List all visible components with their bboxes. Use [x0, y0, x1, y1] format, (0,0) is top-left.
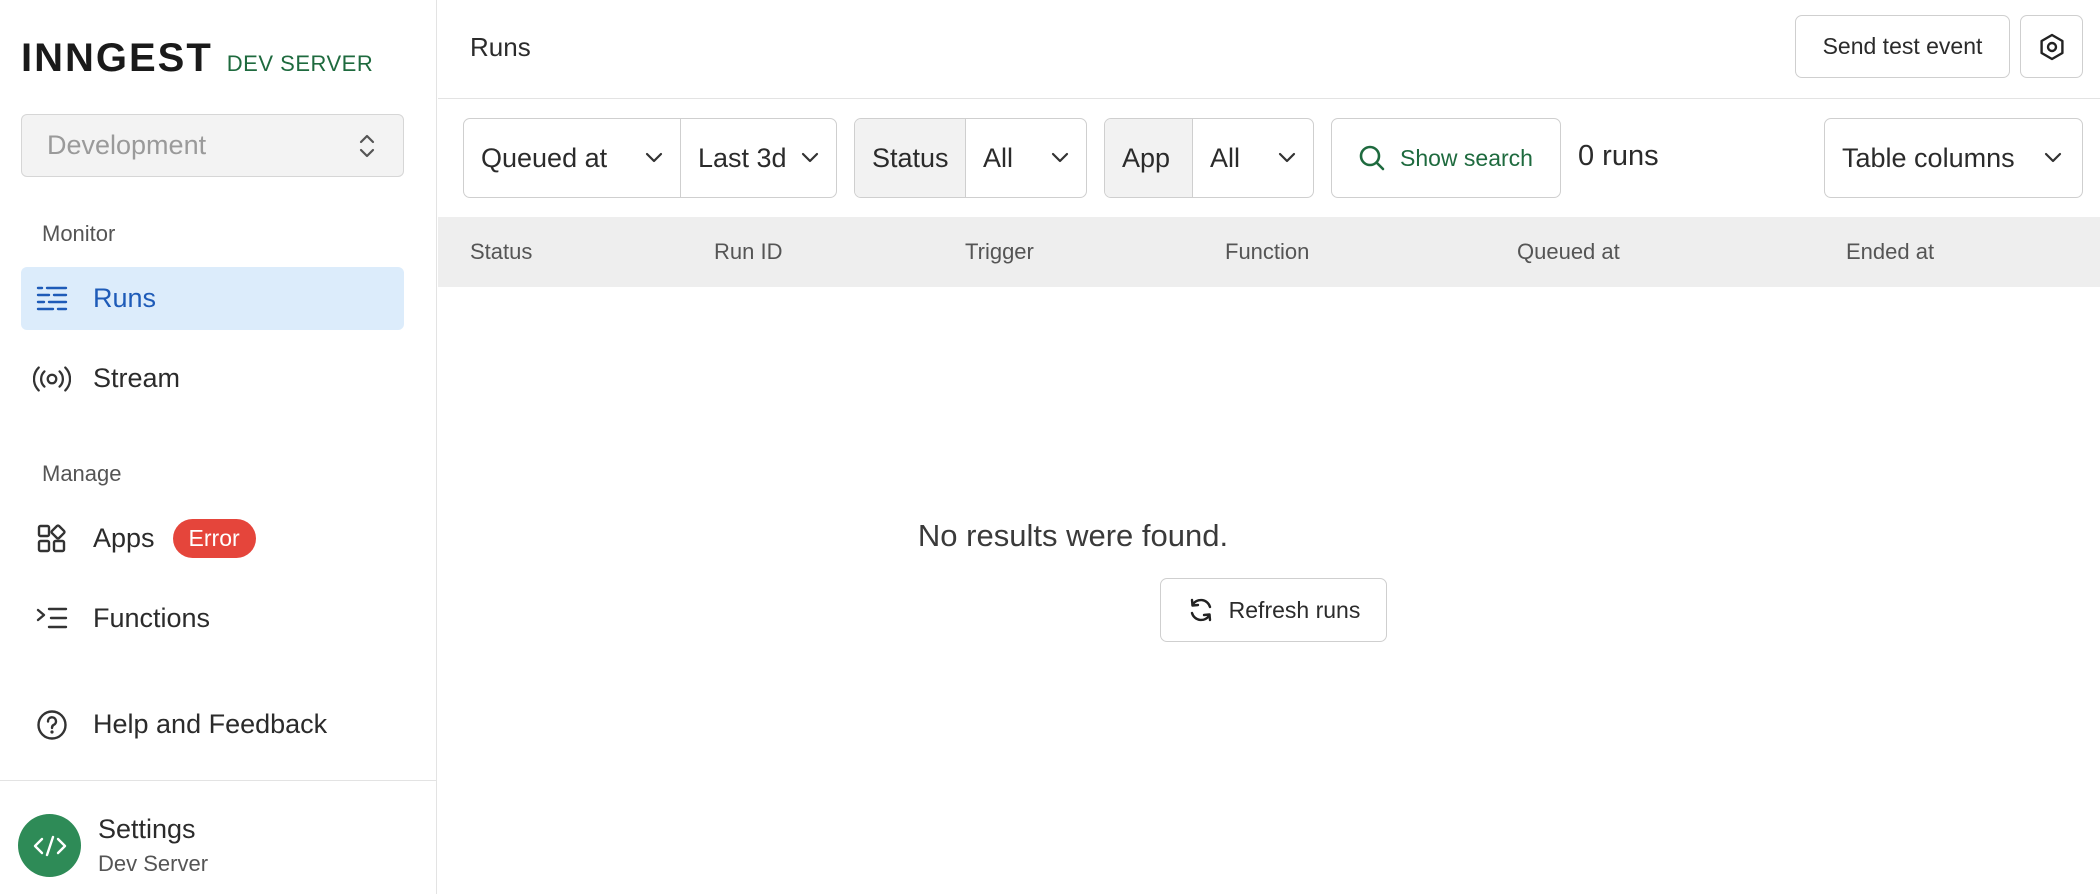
sidebar-item-functions[interactable]: Functions: [21, 587, 404, 650]
environment-select[interactable]: Development: [21, 114, 404, 177]
error-badge: Error: [172, 519, 256, 558]
column-header-queued-at[interactable]: Queued at: [1517, 239, 1620, 265]
column-header-ended-at[interactable]: Ended at: [1846, 239, 1934, 265]
brand[interactable]: INNGEST DEV SERVER: [21, 36, 373, 81]
help-circle-icon: [33, 706, 71, 744]
column-header-run-id[interactable]: Run ID: [714, 239, 782, 265]
settings-title: Settings: [98, 814, 196, 844]
time-field-value: Queued at: [481, 142, 608, 173]
refresh-icon: [1190, 598, 1211, 622]
app-value: All: [1210, 142, 1241, 173]
chevron-down-icon: [801, 152, 819, 163]
page-title: Runs: [470, 32, 531, 62]
sidebar-item-label: Apps: [93, 523, 155, 553]
sidebar: INNGEST DEV SERVER Development Monitor R…: [0, 0, 437, 894]
sidebar-item-label: Help and Feedback: [93, 709, 328, 739]
functions-icon: [33, 600, 71, 638]
send-test-event-button[interactable]: Send test event: [1795, 15, 2010, 78]
column-header-function[interactable]: Function: [1225, 239, 1309, 265]
column-header-trigger[interactable]: Trigger: [965, 239, 1034, 265]
chevron-down-icon: [645, 152, 663, 163]
status-filter-label: Status: [855, 119, 965, 197]
settings-gear-button[interactable]: [2020, 15, 2083, 78]
status-filter[interactable]: Status All: [854, 118, 1087, 198]
header: Runs Send test event: [438, 0, 2100, 99]
app-filter-label: App: [1105, 119, 1192, 197]
sidebar-divider: [0, 780, 437, 781]
time-range-value: Last 3d: [698, 142, 787, 173]
time-field-select[interactable]: Queued at: [464, 119, 680, 197]
show-search-label: Show search: [1400, 144, 1533, 171]
settings-button[interactable]: Settings Dev Server: [18, 814, 208, 877]
run-count: 0 runs: [1578, 140, 1659, 172]
sidebar-item-label: Functions: [93, 603, 211, 633]
empty-state-message: No results were found.: [917, 518, 1229, 553]
gear-icon: [2039, 33, 2064, 60]
table-columns-label: Table columns: [1842, 142, 2015, 173]
time-filter[interactable]: Queued at Last 3d: [463, 118, 837, 198]
sidebar-item-label: Stream: [93, 363, 181, 393]
runs-list-icon: [33, 280, 71, 318]
chevron-up-down-icon: [359, 134, 375, 157]
apps-grid-icon: [33, 520, 71, 558]
chevron-down-icon: [1051, 152, 1069, 163]
sidebar-item-label: Runs: [93, 283, 157, 313]
app-select[interactable]: All: [1192, 119, 1313, 197]
sidebar-item-runs[interactable]: Runs: [21, 267, 404, 330]
column-header-status[interactable]: Status: [470, 239, 532, 265]
time-range-select[interactable]: Last 3d: [680, 119, 836, 197]
app-filter[interactable]: App All: [1104, 118, 1314, 198]
environment-value: Development: [47, 130, 207, 160]
refresh-runs-button[interactable]: Refresh runs: [1160, 578, 1387, 642]
brand-subtitle: DEV SERVER: [226, 51, 374, 76]
brand-logo: INNGEST: [21, 36, 213, 80]
table-columns-select[interactable]: Table columns: [1824, 118, 2083, 198]
sidebar-item-apps[interactable]: Apps Error: [21, 507, 404, 570]
settings-subtitle: Dev Server: [98, 851, 209, 876]
show-search-button[interactable]: Show search: [1331, 118, 1561, 198]
code-icon: [18, 814, 81, 877]
sidebar-item-stream[interactable]: Stream: [21, 347, 404, 410]
status-select[interactable]: All: [965, 119, 1086, 197]
refresh-runs-label: Refresh runs: [1228, 596, 1361, 623]
sidebar-item-help[interactable]: Help and Feedback: [21, 693, 404, 756]
main-content: Runs Send test event Queued at Last 3d S…: [438, 0, 2100, 894]
table-header: Status Run ID Trigger Function Queued at…: [438, 217, 2100, 287]
status-value: All: [983, 142, 1014, 173]
section-label-manage: Manage: [42, 461, 122, 486]
chevron-down-icon: [1278, 152, 1296, 163]
chevron-down-icon: [2044, 152, 2062, 163]
broadcast-icon: [33, 360, 71, 398]
search-icon: [1359, 145, 1385, 171]
section-label-monitor: Monitor: [42, 221, 116, 246]
